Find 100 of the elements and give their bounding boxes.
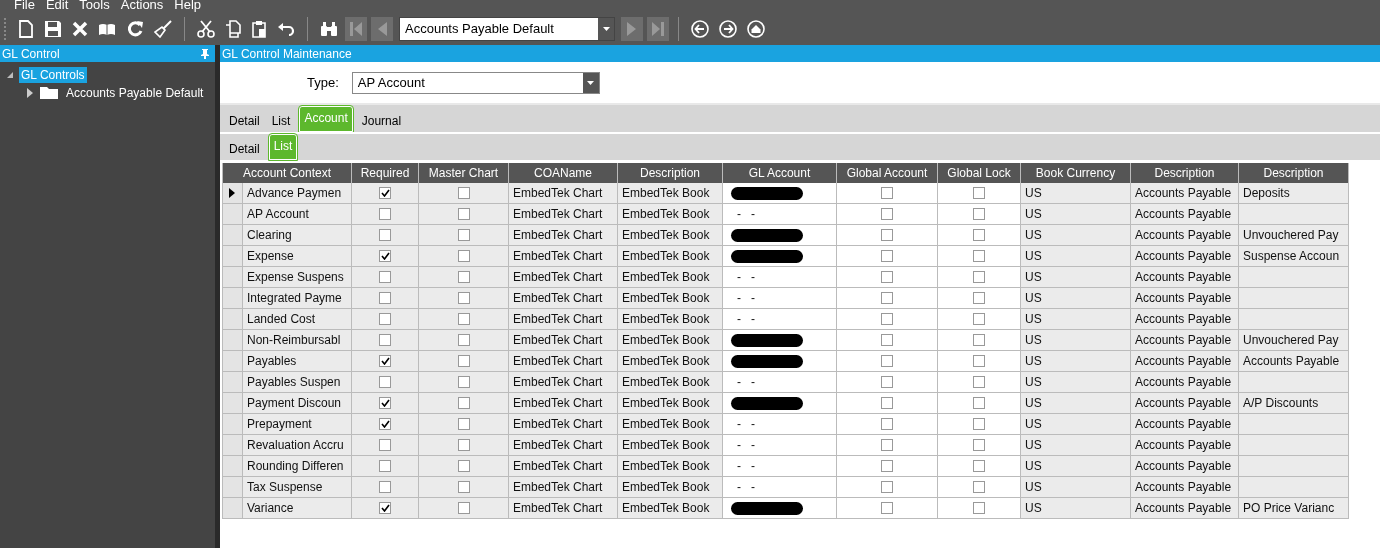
checkbox[interactable] [379, 208, 391, 220]
tab[interactable]: List [266, 114, 296, 132]
column-header[interactable]: Description [1239, 163, 1349, 183]
menu-item[interactable]: Edit [45, 0, 69, 12]
pin-icon[interactable] [201, 48, 209, 59]
checkbox[interactable] [457, 460, 470, 472]
checkbox[interactable] [973, 376, 985, 388]
record-dropdown[interactable]: Accounts Payable Default [399, 16, 615, 41]
checkbox[interactable] [379, 397, 391, 409]
checkbox[interactable] [457, 292, 470, 304]
checkbox[interactable] [881, 439, 893, 451]
checkbox[interactable] [379, 502, 391, 514]
tab[interactable]: Journal [356, 114, 407, 132]
checkbox[interactable] [881, 292, 893, 304]
column-header[interactable]: Description [618, 163, 723, 183]
checkbox[interactable] [379, 439, 391, 451]
checkbox[interactable] [881, 250, 893, 262]
checkbox[interactable] [457, 271, 470, 283]
last-record-button[interactable] [647, 16, 669, 41]
checkbox[interactable] [457, 502, 470, 514]
checkbox[interactable] [457, 229, 470, 241]
checkbox[interactable] [881, 502, 893, 514]
checkbox[interactable] [881, 334, 893, 346]
checkbox[interactable] [457, 208, 470, 220]
checkbox[interactable] [973, 292, 985, 304]
checkbox[interactable] [457, 418, 470, 430]
column-header[interactable]: Account Context [223, 163, 352, 183]
checkbox[interactable] [881, 376, 893, 388]
tab[interactable]: Detail [224, 114, 265, 132]
checkbox[interactable] [973, 397, 985, 409]
checkbox[interactable] [973, 271, 985, 283]
checkbox[interactable] [457, 397, 470, 409]
previous-record-button[interactable] [371, 16, 393, 41]
checkbox[interactable] [379, 481, 391, 493]
checkbox[interactable] [973, 460, 985, 472]
column-header[interactable]: Global Account [837, 163, 938, 183]
checkbox[interactable] [379, 250, 391, 262]
checkbox[interactable] [881, 229, 893, 241]
table-cell: Accounts Payable [1131, 204, 1239, 225]
checkbox[interactable] [973, 250, 985, 262]
checkbox[interactable] [457, 439, 470, 451]
column-header[interactable]: Book Currency [1021, 163, 1131, 183]
menu-item[interactable]: Tools [79, 0, 110, 12]
checkbox[interactable] [457, 481, 470, 493]
checkbox[interactable] [881, 271, 893, 283]
checkbox[interactable] [379, 418, 391, 430]
checkbox[interactable] [457, 334, 470, 346]
menu-item[interactable]: Help [174, 0, 202, 12]
checkbox[interactable] [973, 418, 985, 430]
checkbox[interactable] [881, 187, 893, 199]
expanded-arrow-icon[interactable] [6, 71, 14, 79]
next-record-button[interactable] [621, 16, 643, 41]
checkbox[interactable] [457, 355, 470, 367]
checkbox[interactable] [973, 439, 985, 451]
checkbox[interactable] [379, 313, 391, 325]
column-header[interactable]: Description [1131, 163, 1239, 183]
row-indicator[interactable] [223, 183, 243, 204]
checkbox[interactable] [881, 313, 893, 325]
collapsed-arrow-icon[interactable] [26, 88, 34, 98]
table-cell: EmbedTek Chart [509, 414, 618, 435]
checkbox[interactable] [973, 334, 985, 346]
checkbox[interactable] [973, 502, 985, 514]
column-header[interactable]: Master Chart [419, 163, 509, 183]
checkbox[interactable] [379, 292, 391, 304]
table-cell: EmbedTek Chart [509, 204, 618, 225]
checkbox[interactable] [457, 313, 470, 325]
column-header[interactable]: Required [352, 163, 419, 183]
checkbox[interactable] [379, 187, 391, 199]
checkbox[interactable] [457, 187, 470, 199]
checkbox[interactable] [973, 208, 985, 220]
checkbox[interactable] [881, 355, 893, 367]
checkbox[interactable] [973, 481, 985, 493]
checkbox[interactable] [379, 376, 391, 388]
checkbox[interactable] [379, 229, 391, 241]
checkbox[interactable] [881, 208, 893, 220]
checkbox[interactable] [379, 355, 391, 367]
checkbox[interactable] [379, 271, 391, 283]
table-cell: US [1021, 246, 1131, 267]
menu-item[interactable]: Actions [120, 0, 164, 12]
table-cell: US [1021, 414, 1131, 435]
checkbox[interactable] [973, 229, 985, 241]
menu-item[interactable]: File [14, 0, 35, 12]
checkbox[interactable] [973, 187, 985, 199]
checkbox[interactable] [881, 418, 893, 430]
checkbox[interactable] [881, 481, 893, 493]
checkbox[interactable] [881, 397, 893, 409]
column-header[interactable]: COAName [509, 163, 618, 183]
checkbox[interactable] [379, 334, 391, 346]
type-dropdown[interactable]: AP Account [351, 71, 600, 94]
checkbox[interactable] [881, 460, 893, 472]
checkbox[interactable] [973, 355, 985, 367]
checkbox[interactable] [379, 460, 391, 472]
checkbox[interactable] [973, 313, 985, 325]
checkbox[interactable] [457, 376, 470, 388]
tree-item[interactable]: Accounts Payable Default [64, 85, 206, 101]
checkbox[interactable] [457, 250, 470, 262]
column-header[interactable]: Global Lock [938, 163, 1021, 183]
column-header[interactable]: GL Account [723, 163, 837, 183]
tab[interactable]: Detail [224, 142, 265, 160]
type-label: Type: [307, 75, 339, 90]
